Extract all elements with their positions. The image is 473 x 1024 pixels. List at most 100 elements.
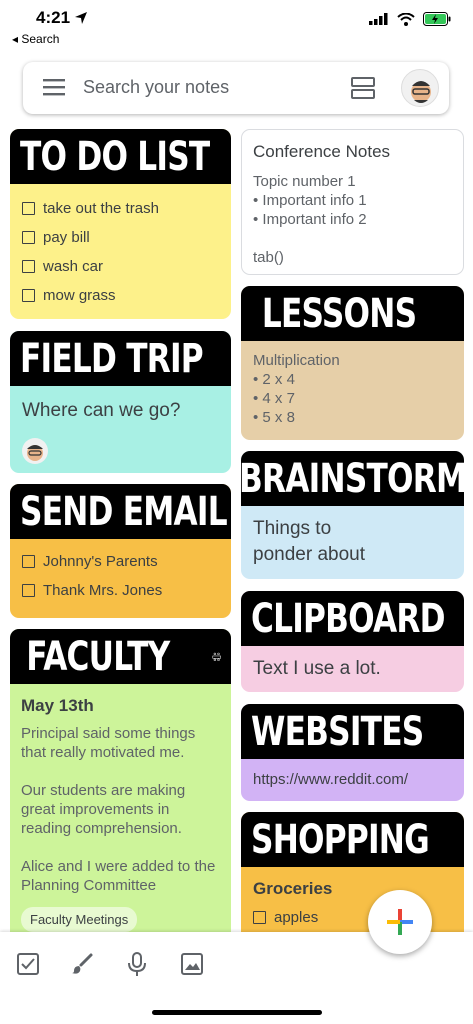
note-title: WEBSITES <box>251 708 424 755</box>
note-title: SHOPPING <box>251 816 430 863</box>
status-bar: 4:21 ◂ Search <box>0 0 473 52</box>
note-brainstorm[interactable]: BRAINSTORM Things to ponder about <box>241 451 464 579</box>
note-send-email[interactable]: SEND EMAIL @ Johnny's Parents Thank Mrs.… <box>10 484 231 618</box>
note-text: Where can we go? <box>22 400 181 421</box>
note-title: BRAINSTORM <box>241 455 464 502</box>
note-banner: BRAINSTORM <box>241 451 464 506</box>
home-indicator <box>152 1010 322 1015</box>
checklist-item[interactable]: wash car <box>22 258 219 275</box>
note-paragraph: Principal said some things that really m… <box>21 725 196 761</box>
list-view-toggle-icon[interactable] <box>351 76 375 100</box>
note-clipboard[interactable]: CLIPBOARD Text I use a lot. <box>241 591 464 692</box>
note-banner: WEBSITES <box>241 704 464 759</box>
label-chip[interactable]: Faculty Meetings <box>21 907 138 932</box>
checklist-item-text: take out the trash <box>43 200 159 217</box>
note-title: TO DO LIST <box>20 133 210 180</box>
hamburger-menu-icon[interactable] <box>43 77 65 97</box>
note-body: Johnny's Parents Thank Mrs. Jones <box>10 539 231 618</box>
checklist-item[interactable]: Johnny's Parents <box>22 553 219 570</box>
checklist-item[interactable]: mow grass <box>22 287 219 304</box>
note-paragraph: Alice and I were added to the Planning C… <box>21 858 216 894</box>
note-heading: Groceries <box>253 879 333 898</box>
checkbox-icon[interactable] <box>253 911 266 924</box>
account-avatar[interactable] <box>401 69 439 107</box>
signal-icon <box>369 13 388 25</box>
note-line <box>253 229 452 248</box>
checklist-item-text: mow grass <box>43 287 116 304</box>
checkbox-icon[interactable] <box>22 555 35 568</box>
checkbox-icon[interactable] <box>22 289 35 302</box>
note-title: FACULTY <box>26 633 170 680</box>
checkbox-icon[interactable] <box>22 584 35 597</box>
note-faculty[interactable]: FACULTY May 13th Principal said some thi… <box>10 629 231 949</box>
back-to-search-link[interactable]: ◂ Search <box>12 32 59 46</box>
checkbox-icon[interactable] <box>22 260 35 273</box>
new-list-checkbox-icon[interactable] <box>16 952 40 976</box>
brush-icon[interactable] <box>70 952 94 976</box>
note-line: • Important info 1 <box>253 192 367 209</box>
collaborator-avatar-image <box>27 445 43 461</box>
note-body: https://www.reddit.com/ <box>241 759 464 800</box>
note-body: Where can we go? <box>10 386 231 473</box>
note-banner: SEND EMAIL @ <box>10 484 231 539</box>
new-note-button[interactable] <box>368 890 432 954</box>
plus-icon <box>387 909 413 935</box>
checklist-item[interactable]: pay bill <box>22 229 219 246</box>
note-line: Things to <box>253 518 332 539</box>
collaborator-avatar[interactable] <box>22 438 48 464</box>
note-title: Conference Notes <box>253 142 391 161</box>
checklist-item-text: Johnny's Parents <box>43 553 158 570</box>
checkbox-icon[interactable] <box>22 202 35 215</box>
note-banner: TO DO LIST <box>10 129 231 184</box>
note-field-trip[interactable]: FIELD TRIP Where can we go? <box>10 331 231 473</box>
note-line: • 2 x 4 <box>253 371 295 388</box>
avatar-image <box>411 81 431 103</box>
checklist-item[interactable]: Thank Mrs. Jones <box>22 582 219 599</box>
note-todo-list[interactable]: TO DO LIST take out the trash pay bill w… <box>10 129 231 319</box>
note-websites[interactable]: WEBSITES https://www.reddit.com/ <box>241 704 464 801</box>
note-banner: CLIPBOARD <box>241 591 464 646</box>
url-link[interactable]: https://www.reddit.com/ <box>253 771 452 788</box>
note-line: • 5 x 8 <box>253 409 295 426</box>
checklist-item-text: wash car <box>43 258 104 275</box>
note-line: • Important info 2 <box>253 211 367 228</box>
wifi-icon <box>397 12 415 26</box>
checklist-item-text: apples <box>274 909 319 926</box>
time-text: 4:21 <box>36 8 71 27</box>
system-icons <box>369 12 451 26</box>
checkbox-icon[interactable] <box>22 231 35 244</box>
note-lessons[interactable]: LESSONS Multiplication • 2 x 4 • 4 x 7 •… <box>241 286 464 440</box>
note-banner: LESSONS <box>241 286 464 341</box>
note-body: Multiplication • 2 x 4 • 4 x 7 • 5 x 8 <box>241 341 464 439</box>
note-line: ponder about <box>253 544 365 565</box>
mic-icon[interactable] <box>126 952 148 978</box>
note-title: LESSONS <box>261 290 417 337</box>
note-title: SEND EMAIL <box>20 488 228 535</box>
note-body: Things to ponder about <box>241 506 464 579</box>
note-body: May 13th Principal said some things that… <box>10 684 231 944</box>
meeting-icon <box>212 652 221 661</box>
note-banner: FACULTY <box>10 629 231 684</box>
note-body: take out the trash pay bill wash car mow… <box>10 184 231 319</box>
note-line: Topic number 1 <box>253 173 356 190</box>
note-subtitle: Multiplication <box>253 352 340 369</box>
search-input[interactable]: Search your notes <box>83 77 229 98</box>
clock: 4:21 <box>36 8 88 28</box>
search-bar[interactable]: Search your notes <box>23 62 449 114</box>
image-icon[interactable] <box>180 952 204 976</box>
checklist-item-text: Thank Mrs. Jones <box>43 582 163 599</box>
checklist-item-text: pay bill <box>43 229 90 246</box>
note-banner: SHOPPING <box>241 812 464 867</box>
note-title: CLIPBOARD <box>251 595 446 642</box>
note-body: Text I use a lot. <box>241 646 464 692</box>
note-paragraph: Our students are making great improvemen… <box>21 782 186 837</box>
battery-charging-icon <box>423 12 451 26</box>
note-heading: May 13th <box>21 696 94 715</box>
note-line: • 4 x 7 <box>253 390 295 407</box>
note-conference-notes[interactable]: Conference Notes Topic number 1 • Import… <box>241 129 464 275</box>
note-line: tab() <box>253 249 284 266</box>
note-banner: FIELD TRIP <box>10 331 231 386</box>
checklist-item[interactable]: take out the trash <box>22 200 219 217</box>
location-arrow-icon <box>75 12 88 24</box>
note-body: Conference Notes Topic number 1 • Import… <box>242 130 463 274</box>
